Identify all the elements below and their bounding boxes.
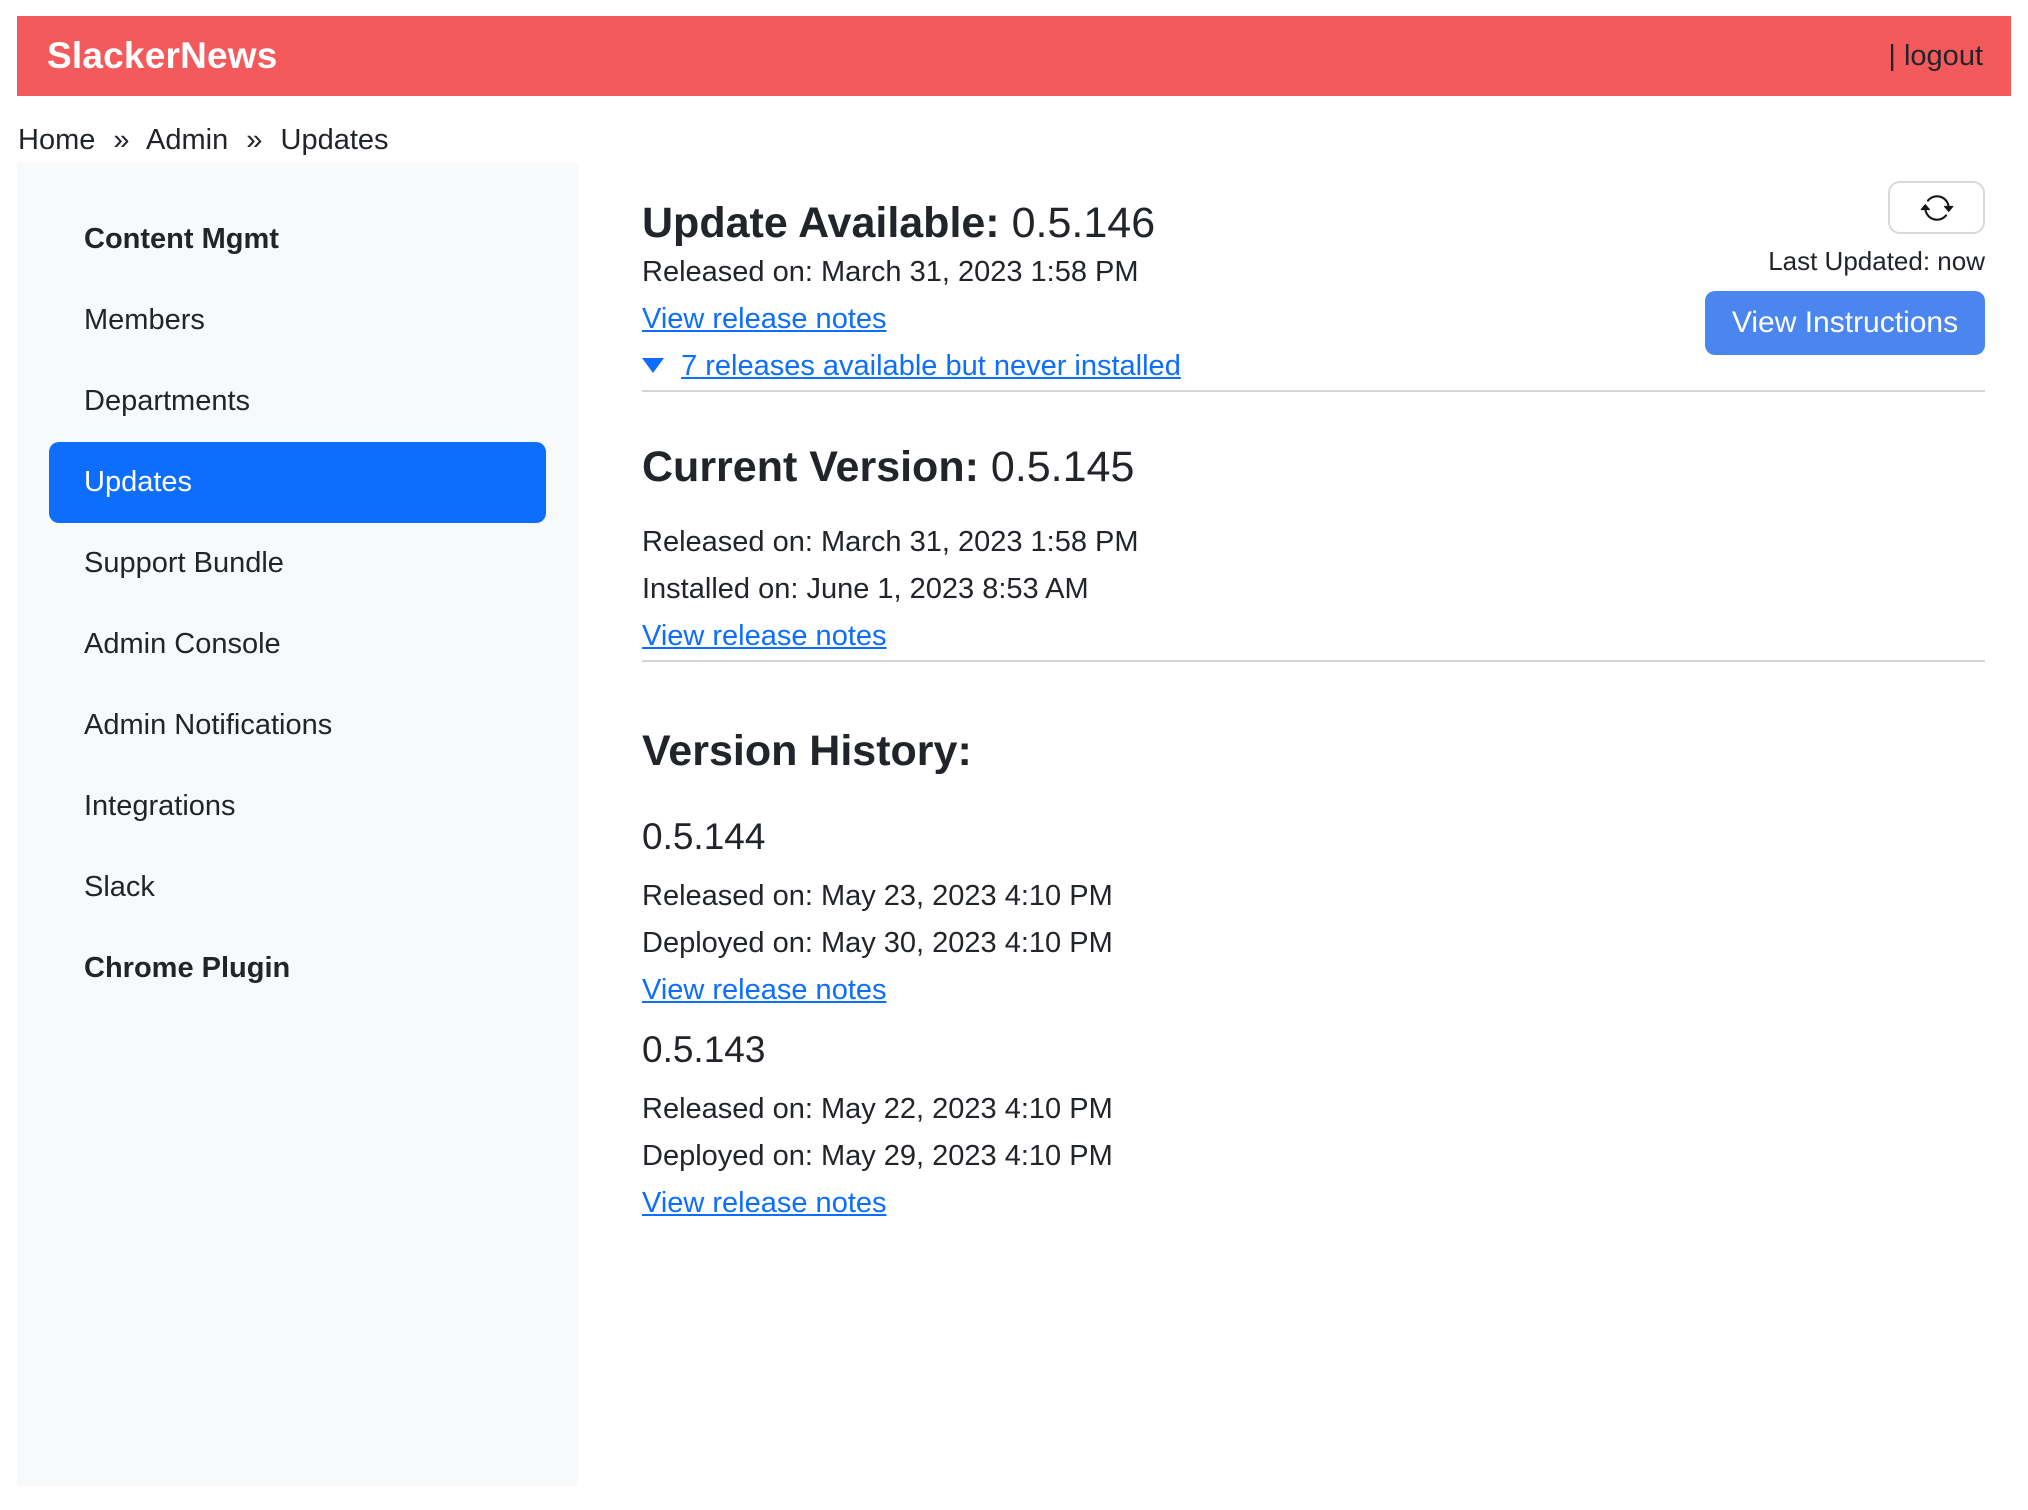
sidebar-item-label: Slack — [84, 871, 155, 904]
view-release-notes-link[interactable]: View release notes — [642, 974, 887, 1006]
section-divider — [642, 660, 1985, 662]
current-released-on-text: Released on: March 31, 2023 1:58 PM — [642, 519, 1985, 566]
breadcrumb-separator: » — [113, 124, 129, 156]
history-version-number: 0.5.143 — [642, 1028, 1985, 1072]
last-updated-text: Last Updated: now — [1768, 246, 1985, 277]
current-version-number: 0.5.145 — [991, 443, 1134, 491]
sidebar-item-content-mgmt[interactable]: Content Mgmt — [49, 199, 546, 280]
view-instructions-button[interactable]: View Instructions — [1705, 291, 1985, 355]
caret-down-icon — [642, 358, 664, 373]
view-release-notes-link[interactable]: View release notes — [642, 1187, 887, 1219]
version-history-heading: Version History: — [642, 725, 1985, 777]
sidebar-item-label: Integrations — [84, 790, 236, 823]
page: SlackerNews | logout Home » Admin » Upda… — [0, 0, 2028, 1510]
sidebar-item-updates[interactable]: Updates — [49, 442, 546, 523]
breadcrumb-separator: » — [246, 124, 262, 156]
version-history-entry: 0.5.144 Released on: May 23, 2023 4:10 P… — [642, 815, 1985, 1014]
sidebar-item-chrome-plugin[interactable]: Chrome Plugin — [49, 928, 546, 1009]
sidebar-item-label: Updates — [84, 466, 192, 499]
sidebar-item-label: Admin Notifications — [84, 709, 332, 742]
sidebar-item-admin-notifications[interactable]: Admin Notifications — [49, 685, 546, 766]
history-released-on-text: Released on: May 22, 2023 4:10 PM — [642, 1086, 1985, 1133]
history-version-number: 0.5.144 — [642, 815, 1985, 859]
section-divider — [642, 390, 1985, 392]
refresh-icon — [1920, 191, 1954, 225]
sidebar-item-members[interactable]: Members — [49, 280, 546, 361]
history-deployed-on-text: Deployed on: May 29, 2023 4:10 PM — [642, 1133, 1985, 1180]
sidebar-item-admin-console[interactable]: Admin Console — [49, 604, 546, 685]
sidebar-item-label: Content Mgmt — [84, 223, 279, 256]
breadcrumb-admin[interactable]: Admin — [146, 124, 228, 156]
sidebar-item-label: Members — [84, 304, 205, 337]
current-version-section: Current Version:0.5.145 Released on: Mar… — [642, 441, 1985, 660]
update-available-section: Update Available:0.5.146 Released on: Ma… — [642, 197, 1985, 390]
refresh-button[interactable] — [1888, 181, 1985, 234]
current-version-title: Current Version: — [642, 443, 979, 491]
updates-main-content: Update Available:0.5.146 Released on: Ma… — [642, 163, 1985, 1227]
update-tools: Last Updated: now View Instructions — [1705, 181, 1985, 355]
sidebar-item-label: Chrome Plugin — [84, 952, 290, 985]
version-history-section: Version History: 0.5.144 Released on: Ma… — [642, 725, 1985, 1227]
logout-area: | logout — [1888, 40, 1983, 73]
sidebar-item-integrations[interactable]: Integrations — [49, 766, 546, 847]
releases-never-installed-link[interactable]: 7 releases available but never installed — [681, 350, 1181, 382]
current-installed-on-text: Installed on: June 1, 2023 8:53 AM — [642, 566, 1985, 613]
sidebar-item-slack[interactable]: Slack — [49, 847, 546, 928]
view-release-notes-link[interactable]: View release notes — [642, 303, 887, 335]
sidebar-item-departments[interactable]: Departments — [49, 361, 546, 442]
breadcrumb: Home » Admin » Updates — [18, 124, 389, 157]
logout-link[interactable]: logout — [1904, 40, 1983, 72]
breadcrumb-home[interactable]: Home — [18, 124, 95, 156]
sidebar-item-label: Admin Console — [84, 628, 281, 661]
version-history-entry: 0.5.143 Released on: May 22, 2023 4:10 P… — [642, 1028, 1985, 1227]
logout-separator: | — [1888, 40, 1896, 72]
update-available-title: Update Available: — [642, 199, 1000, 247]
brand-logo[interactable]: SlackerNews — [47, 35, 278, 77]
sidebar-item-support-bundle[interactable]: Support Bundle — [49, 523, 546, 604]
view-release-notes-link[interactable]: View release notes — [642, 620, 887, 652]
current-version-heading: Current Version:0.5.145 — [642, 441, 1985, 493]
breadcrumb-current: Updates — [281, 124, 389, 156]
history-released-on-text: Released on: May 23, 2023 4:10 PM — [642, 873, 1985, 920]
history-deployed-on-text: Deployed on: May 30, 2023 4:10 PM — [642, 920, 1985, 967]
top-nav-bar: SlackerNews | logout — [17, 16, 2011, 96]
admin-sidebar: Content Mgmt Members Departments Updates… — [17, 163, 578, 1486]
sidebar-item-label: Departments — [84, 385, 250, 418]
update-available-version: 0.5.146 — [1012, 199, 1155, 247]
sidebar-item-label: Support Bundle — [84, 547, 284, 580]
